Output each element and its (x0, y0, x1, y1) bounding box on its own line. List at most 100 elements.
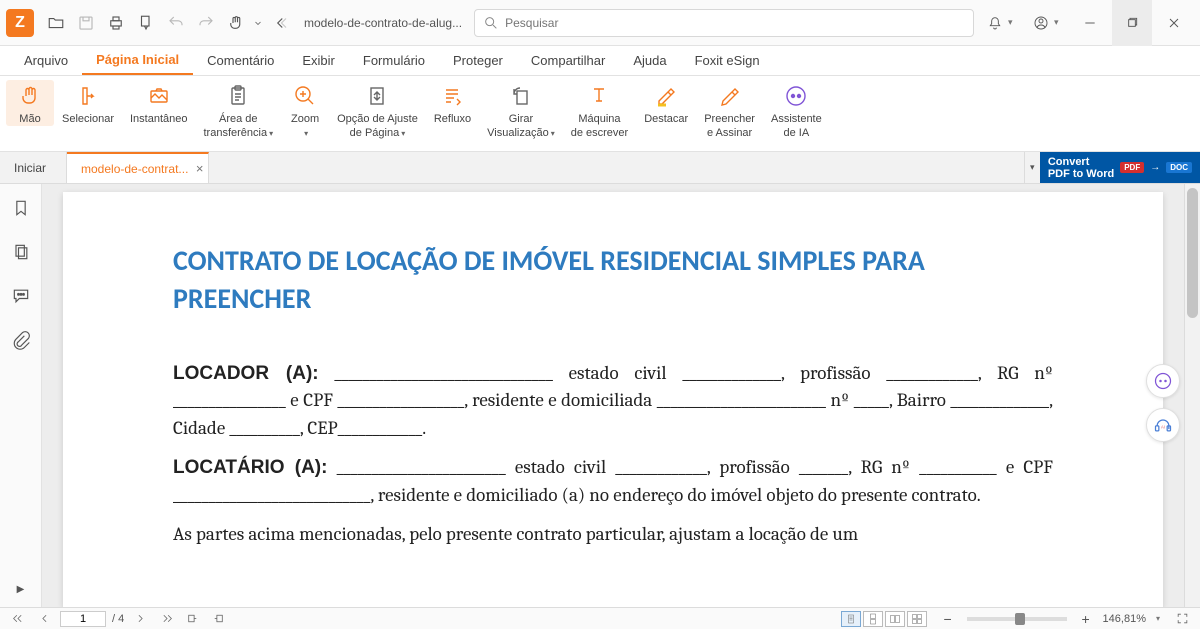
search-icon (483, 15, 499, 31)
prev-page-icon[interactable] (34, 610, 54, 628)
redo-icon[interactable] (192, 9, 220, 37)
ribbon-fill-sign[interactable]: Preencher e Assinar (696, 80, 763, 140)
print-icon[interactable] (102, 9, 130, 37)
last-page-icon[interactable] (156, 610, 176, 628)
nav-back-icon[interactable] (182, 610, 202, 628)
zoom-dropdown-icon[interactable]: ▾ (1156, 614, 1160, 623)
zoom-icon (293, 84, 317, 108)
first-page-icon[interactable] (8, 610, 28, 628)
save-icon[interactable] (72, 9, 100, 37)
ribbon-fit-page[interactable]: Opção de Ajuste de Página▾ (329, 80, 426, 141)
menu-arquivo[interactable]: Arquivo (10, 46, 82, 75)
hand-icon (18, 84, 42, 108)
menu-formulario[interactable]: Formulário (349, 46, 439, 75)
fit-page-icon (365, 84, 389, 108)
menu-foxit-esign[interactable]: Foxit eSign (681, 46, 774, 75)
chevron-down-icon[interactable]: ▾ (1054, 17, 1064, 28)
tab-document[interactable]: modelo-de-contrat...× (67, 152, 209, 183)
menu-pagina-inicial[interactable]: Página Inicial (82, 46, 193, 75)
export-icon[interactable] (132, 9, 160, 37)
ribbon-zoom[interactable]: Zoom▾ (281, 80, 329, 141)
pages-icon[interactable] (9, 240, 33, 264)
ribbon-typewriter[interactable]: Máquina de escrever (563, 80, 636, 140)
ribbon-snapshot[interactable]: Instantâneo (122, 80, 196, 126)
zoom-slider[interactable] (967, 617, 1067, 621)
ribbon-hand[interactable]: Mão (6, 80, 54, 126)
qa-dropdown-icon[interactable] (252, 9, 264, 37)
paragraph-locador: LOCADOR (A): ___________________________… (173, 360, 1053, 443)
view-facing-icon[interactable] (885, 611, 905, 627)
close-button[interactable] (1154, 0, 1194, 46)
zoom-out-button[interactable]: − (941, 611, 955, 627)
cursor-text-icon (76, 84, 100, 108)
fullscreen-icon[interactable] (1172, 610, 1192, 628)
page-content: CONTRATO DE LOCAÇÃO DE IMÓVEL RESIDENCIA… (63, 192, 1163, 607)
page-number-input[interactable] (60, 611, 106, 627)
ribbon-label: Máquina de escrever (571, 112, 628, 140)
ribbon-ai-assistant[interactable]: Assistente de IA (763, 80, 830, 140)
ribbon-highlight[interactable]: Destacar (636, 80, 696, 126)
pdf-badge: PDF (1120, 162, 1144, 173)
side-nav: ▶ (0, 184, 42, 607)
undo-icon[interactable] (162, 9, 190, 37)
search-box[interactable] (474, 9, 974, 37)
hand-tool-icon[interactable] (222, 9, 250, 37)
expand-panel-icon[interactable]: ▶ (17, 584, 25, 595)
menu-comentario[interactable]: Comentário (193, 46, 288, 75)
ai-headset-icon[interactable]: AI (1146, 408, 1180, 442)
ribbon-label: Destacar (644, 112, 688, 126)
minimize-button[interactable] (1070, 0, 1110, 46)
title-bar: Z modelo-de-contrato-de-alug... ▾ ▾ (0, 0, 1200, 46)
document-viewport[interactable]: CONTRATO DE LOCAÇÃO DE IMÓVEL RESIDENCIA… (42, 184, 1184, 607)
ribbon-label: Instantâneo (130, 112, 188, 126)
promo-convert-pdf[interactable]: Convert PDF to Word PDF → DOC (1040, 152, 1200, 183)
document-title: modelo-de-contrato-de-alug... (304, 16, 462, 30)
ribbon-label: Girar Visualização▾ (487, 112, 555, 141)
view-facing-cont-icon[interactable] (907, 611, 927, 627)
restore-button[interactable] (1112, 0, 1152, 46)
menu-exibir[interactable]: Exibir (288, 46, 349, 75)
ai-icon (784, 84, 808, 108)
view-continuous-icon[interactable] (863, 611, 883, 627)
paragraph-locatario: LOCATÁRIO (A): ________________________ … (173, 454, 1053, 509)
zoom-slider-thumb[interactable] (1015, 613, 1025, 625)
scrollbar-thumb[interactable] (1187, 188, 1198, 318)
open-icon[interactable] (42, 9, 70, 37)
notifications-icon[interactable] (978, 0, 1012, 46)
ai-chat-icon[interactable] (1146, 364, 1180, 398)
view-single-icon[interactable] (841, 611, 861, 627)
app-logo: Z (6, 9, 34, 37)
highlight-icon (654, 84, 678, 108)
next-page-icon[interactable] (130, 610, 150, 628)
view-mode-buttons (841, 611, 927, 627)
chevron-down-icon[interactable]: ▾ (1008, 17, 1018, 28)
search-input[interactable] (505, 16, 965, 30)
menu-proteger[interactable]: Proteger (439, 46, 517, 75)
floating-ai-icons: AI (1146, 364, 1180, 442)
ribbon-label: Área de transferência▾ (203, 112, 273, 141)
account-icon[interactable] (1024, 0, 1058, 46)
document-heading: CONTRATO DE LOCAÇÃO DE IMÓVEL RESIDENCIA… (173, 242, 1053, 318)
zoom-in-button[interactable]: + (1079, 611, 1093, 627)
ribbon-label: Zoom▾ (291, 112, 319, 141)
page-total: / 4 (112, 613, 124, 625)
menu-ajuda[interactable]: Ajuda (619, 46, 680, 75)
tab-start[interactable]: Iniciar (0, 152, 67, 183)
comments-icon[interactable] (9, 284, 33, 308)
ribbon-reflow[interactable]: Refluxo (426, 80, 479, 126)
back-nav-icon[interactable] (266, 9, 294, 37)
bookmarks-icon[interactable] (9, 196, 33, 220)
close-tab-icon[interactable]: × (196, 161, 204, 176)
ribbon-select[interactable]: Selecionar (54, 80, 122, 126)
menu-compartilhar[interactable]: Compartilhar (517, 46, 619, 75)
clipboard-icon (226, 84, 250, 108)
ribbon-rotate[interactable]: Girar Visualização▾ (479, 80, 563, 141)
promo-collapse-icon[interactable]: ▾ (1024, 152, 1040, 183)
promo-line2: PDF to Word (1048, 168, 1114, 180)
arrow-right-icon: → (1150, 162, 1160, 173)
attachments-icon[interactable] (9, 328, 33, 352)
zoom-percent: 146,81% (1103, 613, 1146, 625)
vertical-scrollbar[interactable] (1184, 184, 1200, 607)
nav-fwd-icon[interactable] (208, 610, 228, 628)
ribbon-clipboard[interactable]: Área de transferência▾ (195, 80, 281, 141)
